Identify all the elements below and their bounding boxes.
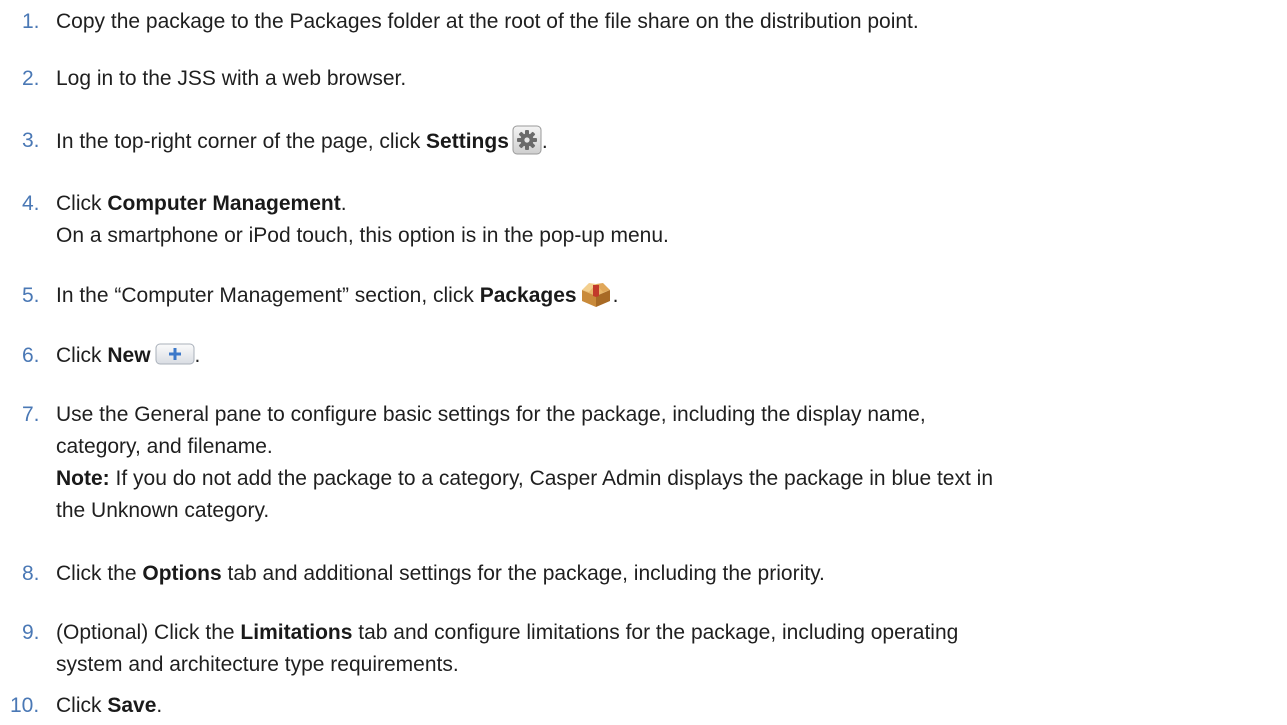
step-detail: On a smartphone or iPod touch, this opti… <box>56 224 669 247</box>
settings-label: Settings <box>426 130 509 153</box>
step-number: 7. <box>22 403 40 426</box>
step-number: 9. <box>22 621 40 644</box>
note-text: If you do not add the package to a categ… <box>109 467 994 490</box>
step-text: category, and filename. <box>56 435 273 458</box>
procedure-steps: 1. Copy the package to the Packages fold… <box>0 0 1287 725</box>
step-text: In the “Computer Management” section, cl… <box>56 284 480 307</box>
options-label: Options <box>142 562 222 585</box>
computer-management-label: Computer Management <box>107 192 341 215</box>
step-text: Click the <box>56 562 143 585</box>
gear-icon <box>512 125 542 155</box>
plus-icon <box>155 343 195 365</box>
package-box-icon <box>579 280 613 308</box>
step-text: In the top-right corner of the page, cli… <box>56 130 427 153</box>
note-text: the Unknown category. <box>56 499 270 522</box>
step-text: Use the General pane to configure basic … <box>56 403 926 426</box>
step-text: (Optional) Click the <box>56 621 241 644</box>
step-number: 5. <box>22 284 40 307</box>
step-text: Click <box>56 192 108 215</box>
step-text: Log in to the JSS with a web browser. <box>56 67 407 90</box>
step-number: 8. <box>22 562 40 585</box>
new-label: New <box>107 344 151 367</box>
step-detail: system and architecture type requirement… <box>56 653 459 676</box>
limitations-label: Limitations <box>240 621 353 644</box>
step-text: Copy the package to the Packages folder … <box>56 10 919 33</box>
step-number: 4. <box>22 192 40 215</box>
step-number: 3. <box>22 129 40 152</box>
step-number: 6. <box>22 344 40 367</box>
save-label: Save <box>107 694 157 717</box>
step-number: 10. <box>10 694 40 717</box>
step-number: 1. <box>22 10 40 33</box>
step-text: Click <box>56 694 108 717</box>
packages-label: Packages <box>479 284 577 307</box>
note-label: Note: <box>56 467 110 490</box>
step-text: Click <box>56 344 108 367</box>
step-number: 2. <box>22 67 40 90</box>
